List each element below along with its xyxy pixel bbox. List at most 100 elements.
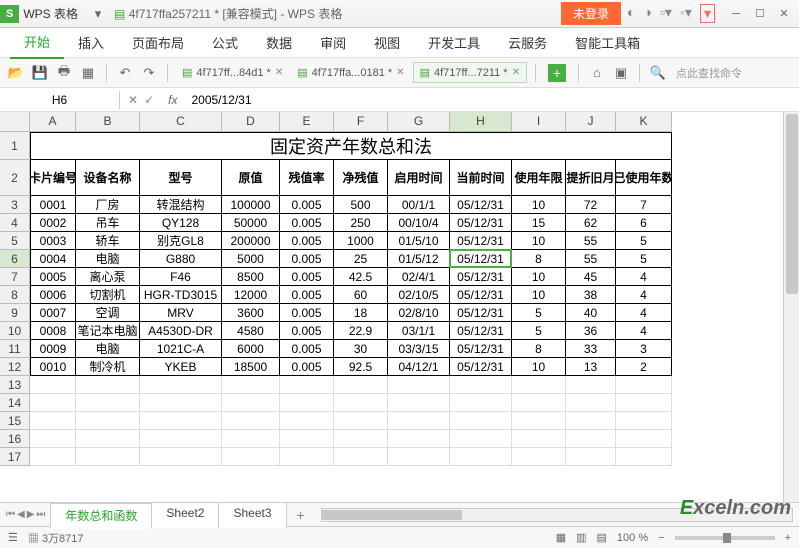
cell[interactable]: 05/12/31: [450, 322, 512, 340]
nav-icon[interactable]: ▣: [611, 63, 631, 83]
cell[interactable]: 1021C-A: [140, 340, 222, 358]
cell[interactable]: 5: [616, 250, 672, 268]
cell[interactable]: HGR-TD3015: [140, 286, 222, 304]
cell[interactable]: 50000: [222, 214, 280, 232]
select-all-corner[interactable]: [0, 112, 30, 132]
cell[interactable]: 4: [616, 286, 672, 304]
save-icon[interactable]: 💾: [30, 63, 50, 83]
vertical-scrollbar[interactable]: [783, 112, 799, 502]
close-button[interactable]: ✕: [773, 5, 795, 23]
cell[interactable]: 55: [566, 232, 616, 250]
close-icon[interactable]: ✕: [396, 67, 404, 78]
menu-公式[interactable]: 公式: [198, 27, 252, 58]
cell[interactable]: [280, 448, 334, 466]
cell[interactable]: [512, 412, 566, 430]
cell[interactable]: [140, 394, 222, 412]
cell[interactable]: 1000: [334, 232, 388, 250]
cell[interactable]: [222, 430, 280, 448]
cell[interactable]: 3600: [222, 304, 280, 322]
formula-input[interactable]: [183, 91, 799, 109]
dropdown-icon[interactable]: ▾: [88, 4, 108, 24]
accept-icon[interactable]: ✓: [144, 93, 154, 107]
cell[interactable]: 55: [566, 250, 616, 268]
cell[interactable]: 18500: [222, 358, 280, 376]
cell[interactable]: 原值: [222, 160, 280, 196]
cell[interactable]: 转混结构: [140, 196, 222, 214]
menu-开始[interactable]: 开始: [10, 26, 64, 59]
col-header-F[interactable]: F: [334, 112, 388, 132]
cell[interactable]: 10: [512, 196, 566, 214]
cell[interactable]: 00/1/1: [388, 196, 450, 214]
menu-云服务[interactable]: 云服务: [494, 27, 561, 58]
cell[interactable]: 空调: [76, 304, 140, 322]
cell[interactable]: [30, 376, 76, 394]
cell[interactable]: 15: [512, 214, 566, 232]
cell[interactable]: 10: [512, 232, 566, 250]
cell[interactable]: 6: [616, 214, 672, 232]
cell[interactable]: [566, 376, 616, 394]
cell[interactable]: 0.005: [280, 340, 334, 358]
preview-icon[interactable]: ▦: [78, 63, 98, 83]
cell[interactable]: [280, 394, 334, 412]
scroll-thumb[interactable]: [786, 114, 798, 294]
search-icon[interactable]: 🔍: [648, 63, 668, 83]
cell[interactable]: 笔记本电脑: [76, 322, 140, 340]
row-header-4[interactable]: 4: [0, 214, 30, 232]
cell[interactable]: 0.005: [280, 322, 334, 340]
cell[interactable]: 45: [566, 268, 616, 286]
cell[interactable]: [566, 412, 616, 430]
zoom-slider[interactable]: [675, 536, 775, 540]
fx-label[interactable]: fx: [162, 93, 183, 107]
cell[interactable]: [450, 412, 512, 430]
cell[interactable]: 02/4/1: [388, 268, 450, 286]
cell[interactable]: 10: [512, 286, 566, 304]
cell[interactable]: QY128: [140, 214, 222, 232]
cell[interactable]: 03/1/1: [388, 322, 450, 340]
cell[interactable]: 05/12/31: [450, 232, 512, 250]
cell[interactable]: 0.005: [280, 232, 334, 250]
cell[interactable]: [566, 430, 616, 448]
cell[interactable]: 0.005: [280, 268, 334, 286]
cell[interactable]: 5: [512, 322, 566, 340]
cell[interactable]: 设备名称: [76, 160, 140, 196]
col-header-K[interactable]: K: [616, 112, 672, 132]
cell[interactable]: [512, 376, 566, 394]
cell[interactable]: 0006: [30, 286, 76, 304]
cell[interactable]: 10: [512, 268, 566, 286]
sheet-tab-Sheet2[interactable]: Sheet2: [151, 502, 219, 528]
col-header-D[interactable]: D: [222, 112, 280, 132]
cell[interactable]: 13: [566, 358, 616, 376]
home-icon[interactable]: ⌂: [587, 63, 607, 83]
cell[interactable]: 05/12/31: [450, 340, 512, 358]
name-box[interactable]: H6: [0, 91, 120, 109]
cell[interactable]: [30, 412, 76, 430]
cell[interactable]: 2: [616, 358, 672, 376]
cell[interactable]: 0.005: [280, 250, 334, 268]
cell[interactable]: 33: [566, 340, 616, 358]
new-tab-button[interactable]: +: [548, 64, 566, 82]
cell[interactable]: [76, 394, 140, 412]
row-header-7[interactable]: 7: [0, 268, 30, 286]
row-header-11[interactable]: 11: [0, 340, 30, 358]
menu-智能工具箱[interactable]: 智能工具箱: [561, 27, 654, 58]
cell[interactable]: 已使用年数: [616, 160, 672, 196]
sheet-tab-Sheet3[interactable]: Sheet3: [218, 502, 286, 528]
menu-数据[interactable]: 数据: [252, 27, 306, 58]
zoom-in-icon[interactable]: +: [785, 532, 791, 544]
row-header-12[interactable]: 12: [0, 358, 30, 376]
cell[interactable]: 500: [334, 196, 388, 214]
cell[interactable]: 0002: [30, 214, 76, 232]
cell[interactable]: 切割机: [76, 286, 140, 304]
cell[interactable]: [616, 376, 672, 394]
row-header-10[interactable]: 10: [0, 322, 30, 340]
cell[interactable]: [222, 448, 280, 466]
doc-tab[interactable]: ▤4f717ff...84d1 *✕: [176, 62, 289, 83]
cell[interactable]: 0004: [30, 250, 76, 268]
cell[interactable]: 启用时间: [388, 160, 450, 196]
spreadsheet[interactable]: ABCDEFGHIJK 1234567891011121314151617 固定…: [0, 112, 799, 502]
cell[interactable]: 离心泵: [76, 268, 140, 286]
cell[interactable]: [334, 448, 388, 466]
cell[interactable]: 0.005: [280, 304, 334, 322]
cell[interactable]: [512, 430, 566, 448]
col-header-I[interactable]: I: [512, 112, 566, 132]
